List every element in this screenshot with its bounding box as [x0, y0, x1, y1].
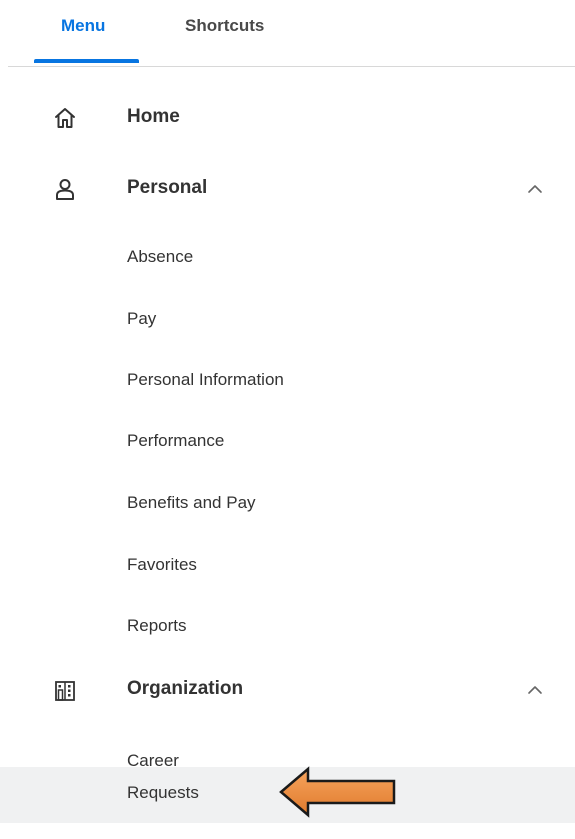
tab-menu[interactable]: Menu: [61, 16, 105, 36]
menu-item-home-label: Home: [127, 106, 180, 127]
annotation-arrow: [279, 766, 396, 818]
menu-item-personal-information[interactable]: Personal Information: [0, 350, 575, 408]
menu-section-personal-label: Personal: [127, 177, 208, 198]
chevron-up-icon[interactable]: [527, 685, 543, 695]
person-icon: [56, 179, 74, 200]
menu-item-pay[interactable]: Pay: [0, 289, 575, 347]
menu-item-label: Favorites: [127, 555, 197, 574]
menu-section-organization[interactable]: Organization: [0, 660, 575, 720]
menu-item-benefits-and-pay[interactable]: Benefits and Pay: [0, 473, 575, 531]
menu-section-personal[interactable]: Personal: [0, 160, 575, 220]
active-tab-indicator: [34, 59, 139, 63]
menu-item-favorites[interactable]: Favorites: [0, 535, 575, 593]
menu-item-label: Performance: [127, 431, 225, 450]
navigation-panel: Menu Shortcuts Home Personal Absence Pay…: [0, 0, 575, 839]
tab-bar: Menu Shortcuts: [0, 0, 575, 67]
tab-shortcuts[interactable]: Shortcuts: [185, 16, 264, 36]
home-icon: [55, 108, 75, 128]
menu-item-performance[interactable]: Performance: [0, 411, 575, 469]
menu-section-organization-label: Organization: [127, 678, 244, 699]
menu-item-label: Pay: [127, 309, 157, 328]
menu-item-label: Personal Information: [127, 370, 284, 389]
menu-item-absence[interactable]: Absence: [0, 227, 575, 285]
menu-item-label: Requests: [127, 783, 199, 802]
menu-item-label: Reports: [127, 616, 187, 635]
tab-divider: [8, 66, 575, 67]
menu-item-label: Benefits and Pay: [127, 493, 256, 512]
menu-item-label: Absence: [127, 247, 194, 266]
menu-item-reports[interactable]: Reports: [0, 596, 575, 654]
menu-item-home[interactable]: Home: [0, 88, 575, 148]
chevron-up-icon[interactable]: [527, 184, 543, 194]
building-icon: [55, 681, 75, 701]
